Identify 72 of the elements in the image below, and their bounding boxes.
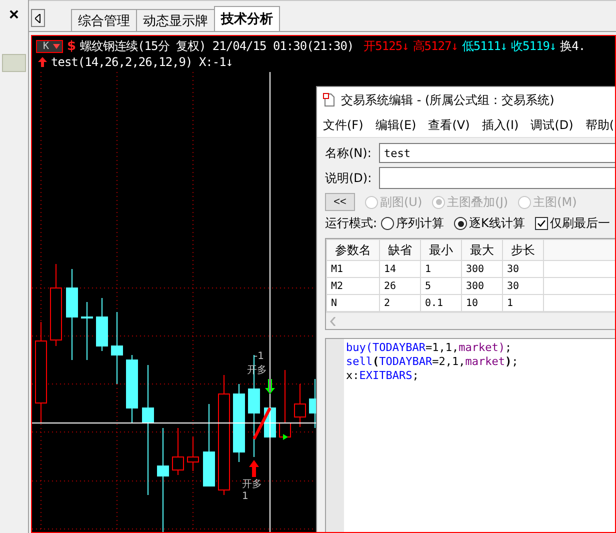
document-icon bbox=[323, 93, 335, 107]
column-header: 最大 bbox=[462, 240, 502, 260]
marker-triangle-icon bbox=[283, 434, 288, 440]
signal-label: 1 bbox=[242, 491, 248, 503]
table-cell: 5 bbox=[420, 278, 462, 294]
menu-item[interactable]: 插入(I) bbox=[482, 116, 519, 134]
caret-icon bbox=[53, 44, 60, 48]
collapse-button[interactable]: << bbox=[325, 193, 355, 211]
quote-value: 高5127↓ bbox=[412, 38, 458, 54]
symbol-mark: $ bbox=[67, 38, 76, 54]
table-cell: 26 bbox=[380, 278, 420, 294]
radio-option[interactable]: 逐K线计算 bbox=[454, 215, 525, 232]
candlestick bbox=[172, 428, 184, 476]
menu-item[interactable]: 调试(D) bbox=[530, 116, 574, 134]
table-cell: 30 bbox=[502, 260, 544, 278]
name-label: 名称(N): bbox=[325, 144, 372, 162]
menu-item[interactable]: 文件(F) bbox=[323, 116, 364, 134]
column-header: 缺省 bbox=[380, 240, 420, 260]
period-dropdown[interactable]: K bbox=[36, 40, 64, 52]
arrow-up-icon bbox=[38, 57, 47, 67]
candlestick bbox=[187, 436, 199, 472]
check-icon bbox=[536, 219, 546, 228]
candlestick bbox=[294, 384, 306, 428]
table-cell: M1 bbox=[326, 260, 380, 278]
indicator-label: test(14,26,2,26,12,9) X:-1↓ bbox=[51, 55, 233, 69]
table-cell: 300 bbox=[462, 260, 502, 278]
side-panel-block bbox=[2, 54, 26, 72]
code-line: buy(TODAYBAR=1,1,market); bbox=[346, 341, 513, 355]
table-cell: M2 bbox=[326, 278, 380, 294]
window-title: 交易系统编辑 - (所属公式组：交易系统) bbox=[341, 92, 554, 108]
menu-item[interactable]: 编辑(E) bbox=[375, 116, 416, 134]
tab[interactable]: 技术分析 bbox=[214, 6, 280, 31]
table-cell: 0.1 bbox=[420, 294, 462, 312]
close-button[interactable]: × bbox=[5, 6, 23, 24]
name-field[interactable]: test bbox=[379, 143, 615, 163]
column-header: 步长 bbox=[502, 240, 544, 260]
radio-option[interactable]: 序列计算 bbox=[381, 215, 444, 232]
quote-value: 收5119↓ bbox=[511, 38, 556, 54]
arrow-left-icon bbox=[35, 14, 41, 22]
description-label: 说明(D): bbox=[325, 170, 373, 186]
signal-label: -1 bbox=[254, 351, 264, 363]
trade-line bbox=[252, 407, 272, 440]
table-cell: 2 bbox=[380, 294, 420, 312]
menu-item[interactable]: 查看(V) bbox=[428, 116, 470, 134]
table-cell: 1 bbox=[502, 294, 544, 312]
code-line: x:EXITBARS; bbox=[346, 369, 420, 383]
description-field[interactable] bbox=[379, 167, 615, 189]
table-cell: 300 bbox=[462, 278, 502, 294]
table-cell: 1 bbox=[420, 260, 462, 278]
column-header: 参数名 bbox=[326, 240, 380, 260]
chart-title: 螺纹钢连续(15分 复权) 21/04/15 01:30(21:30) bbox=[80, 38, 354, 54]
table-cell: 14 bbox=[380, 260, 420, 278]
table-cell: 10 bbox=[462, 294, 502, 312]
quote-value: 换4. bbox=[560, 38, 586, 54]
table-cell: 30 bbox=[502, 278, 544, 294]
quote-value: 开5125↓ bbox=[364, 38, 409, 54]
candlestick bbox=[126, 354, 138, 424]
buy-arrow-icon bbox=[249, 460, 259, 477]
candlestick bbox=[96, 298, 108, 352]
checkbox[interactable]: 仅刷最后一 bbox=[534, 215, 610, 232]
run-mode-label: 运行模式: bbox=[325, 215, 378, 232]
candlestick bbox=[81, 302, 93, 360]
quote-value: 低5111↓ bbox=[462, 38, 508, 54]
column-header: 最小 bbox=[420, 240, 462, 260]
signal-label: 开多 bbox=[242, 479, 262, 491]
table-cell: N bbox=[326, 294, 380, 312]
scroll-left-button[interactable] bbox=[31, 9, 45, 27]
code-line: sell(TODAYBAR=2,1,market); bbox=[346, 355, 518, 369]
menu-item[interactable]: 帮助( bbox=[585, 116, 614, 134]
tab[interactable]: 综合管理 bbox=[71, 9, 137, 31]
candlestick bbox=[279, 370, 291, 438]
signal-arrow-icon bbox=[265, 378, 275, 394]
